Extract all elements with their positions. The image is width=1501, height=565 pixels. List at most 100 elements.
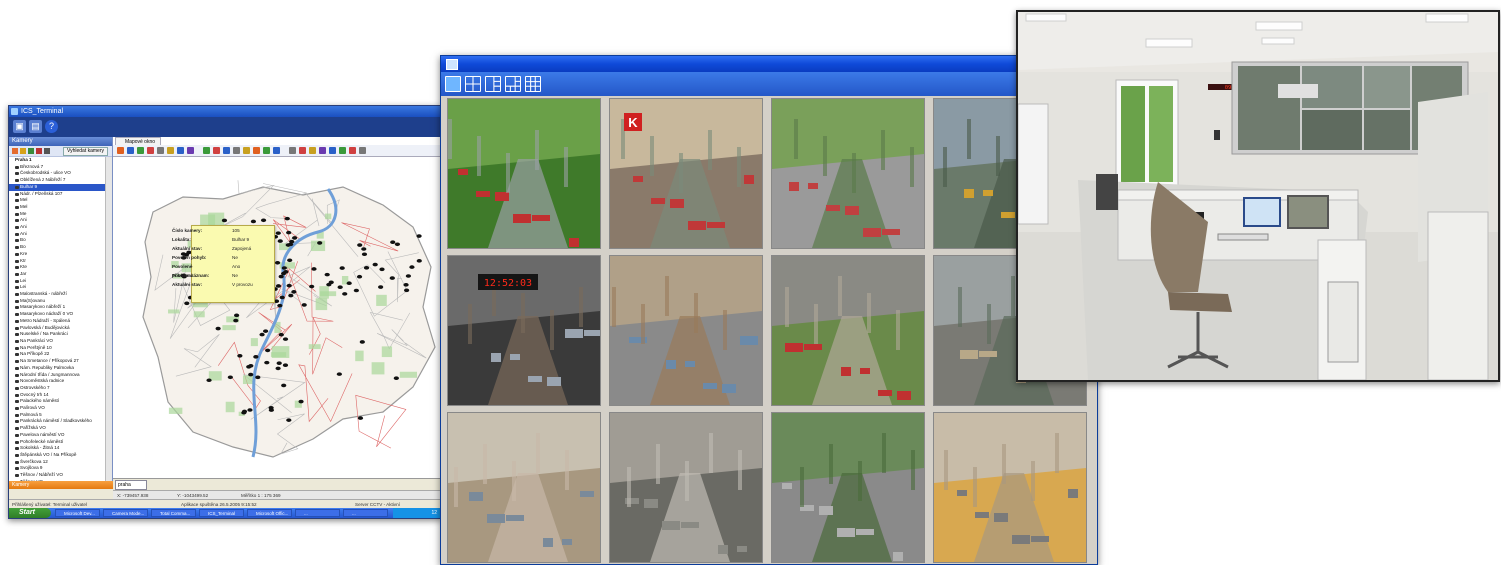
tree-item[interactable]: Me: [9, 211, 105, 218]
camera-marker[interactable]: [339, 266, 345, 270]
camera-marker[interactable]: [233, 318, 239, 323]
layout-1x1-button[interactable]: [445, 76, 461, 92]
layout-2x2-button[interactable]: [465, 76, 481, 92]
tree-item[interactable]: Ktr: [9, 258, 105, 265]
camera-marker[interactable]: [372, 262, 378, 267]
tree-item[interactable]: Pankrácká náměstí / Sladkovského: [9, 418, 105, 425]
tree-item[interactable]: Ostrovského 7: [9, 385, 105, 392]
camera-marker[interactable]: [390, 240, 396, 244]
camera-marker[interactable]: [215, 326, 221, 331]
map-tool-icon[interactable]: [243, 147, 250, 154]
tree-item[interactable]: Mel: [9, 197, 105, 204]
camera-marker[interactable]: [264, 360, 270, 365]
camera-marker[interactable]: [403, 283, 409, 287]
camera-marker[interactable]: [241, 409, 248, 414]
camera-tree[interactable]: Praha 1 Březnová 7 Českobrodská - ulice VO…: [9, 157, 105, 487]
map-tool-icon[interactable]: [263, 147, 270, 154]
map-tool-icon[interactable]: [203, 147, 210, 154]
camera-feed-market-stalls[interactable]: [447, 98, 601, 249]
map-tool-icon[interactable]: [329, 147, 336, 154]
tree-item[interactable]: Českobrodská - ulice VO: [9, 170, 105, 177]
tree-item[interactable]: Lei: [9, 284, 105, 291]
tree-item[interactable]: Ma(S)ovanu: [9, 298, 105, 305]
camera-marker[interactable]: [286, 230, 292, 235]
camera-marker[interactable]: [250, 219, 257, 224]
tree-item[interactable]: Novoměstská radnice: [9, 378, 105, 385]
camera-feed-street-trees-cars[interactable]: [771, 412, 925, 563]
camera-feed-square-kiosk[interactable]: K: [609, 98, 763, 249]
camera-marker[interactable]: [287, 258, 293, 263]
tree-item[interactable]: Nuselské / Na Pankráci: [9, 331, 105, 338]
map-tool-icon[interactable]: [289, 147, 296, 154]
tree-item[interactable]: Bo: [9, 244, 105, 251]
camera-marker[interactable]: [356, 274, 363, 279]
camera-marker[interactable]: [346, 281, 352, 286]
camera-marker[interactable]: [282, 363, 289, 367]
camera-marker[interactable]: [288, 293, 294, 298]
tree-root[interactable]: Praha 1: [9, 157, 105, 164]
camera-marker[interactable]: [275, 284, 282, 288]
open-icon[interactable]: ▤: [29, 120, 42, 133]
map-tool-icon[interactable]: [223, 147, 230, 154]
camera-marker[interactable]: [248, 372, 254, 377]
map-tool-icon[interactable]: [117, 147, 124, 154]
taskbar-item[interactable]: Total Comma...: [151, 509, 196, 517]
camera-marker[interactable]: [286, 283, 292, 288]
camera-marker[interactable]: [278, 332, 284, 337]
tree-item[interactable]: Na Příkopě 22: [9, 351, 105, 358]
camera-marker[interactable]: [292, 236, 298, 240]
tree-item[interactable]: Lei: [9, 278, 105, 285]
tool-camera-icon[interactable]: [44, 148, 50, 154]
camera-marker[interactable]: [227, 375, 233, 380]
tree-item[interactable]: Mel: [9, 204, 105, 211]
find-cameras-button[interactable]: Vyhledat kamery: [62, 147, 108, 156]
camera-marker[interactable]: [237, 354, 243, 358]
camera-marker[interactable]: [301, 303, 307, 307]
tree-item[interactable]: Obklížená z Nábřeží 7: [9, 177, 105, 184]
camera-marker[interactable]: [363, 266, 370, 270]
camera-marker[interactable]: [260, 218, 267, 223]
tree-item[interactable]: Na Perštýně 10: [9, 345, 105, 352]
camera-marker[interactable]: [277, 239, 283, 243]
camera-marker[interactable]: [247, 408, 253, 412]
tree-scrollbar[interactable]: [105, 157, 112, 487]
map-tool-icon[interactable]: [177, 147, 184, 154]
tree-item[interactable]: Na Pankráci VO: [9, 338, 105, 345]
system-tray[interactable]: 12: [393, 508, 441, 518]
camera-marker[interactable]: [259, 332, 265, 337]
camera-marker[interactable]: [309, 284, 315, 289]
camera-marker[interactable]: [357, 243, 363, 247]
camera-marker[interactable]: [281, 266, 287, 270]
tree-item[interactable]: Ovocný trh 14: [9, 392, 105, 399]
camera-feed-arcade-pedestrians[interactable]: [933, 412, 1087, 563]
tree-item[interactable]: Národní třída / Jungmannova: [9, 372, 105, 379]
tree-item[interactable]: Metro Nádraží - Spálená: [9, 318, 105, 325]
camera-marker[interactable]: [275, 366, 281, 371]
camera-marker[interactable]: [284, 216, 290, 221]
map-tool-icon[interactable]: [349, 147, 356, 154]
tree-item[interactable]: Malostranská - nábřeží: [9, 291, 105, 298]
tree-item[interactable]: Palmová 5: [9, 412, 105, 419]
camera-marker[interactable]: [289, 239, 295, 244]
layout-3x3-button[interactable]: [525, 76, 541, 92]
map-tool-icon[interactable]: [137, 147, 144, 154]
tree-item[interactable]: Nám. Republiky Palmovka: [9, 365, 105, 372]
layout-1plus5-button[interactable]: [505, 76, 521, 92]
camera-marker[interactable]: [379, 267, 385, 272]
tree-item[interactable]: Jar: [9, 271, 105, 278]
camera-marker[interactable]: [359, 340, 365, 344]
taskbar-item[interactable]: Microsoft Offic...: [247, 509, 292, 517]
save-icon[interactable]: ▣: [13, 120, 26, 133]
tree-item[interactable]: Bulhar 9: [9, 183, 105, 191]
tree-item[interactable]: Pařížská VO: [9, 425, 105, 432]
camera-marker[interactable]: [283, 270, 289, 274]
map-tool-icon[interactable]: [253, 147, 260, 154]
map-tool-icon[interactable]: [273, 147, 280, 154]
camera-marker[interactable]: [337, 285, 343, 290]
tree-item[interactable]: Ani: [9, 224, 105, 231]
tool-add-icon[interactable]: [12, 148, 18, 154]
camera-marker[interactable]: [298, 399, 304, 404]
camera-marker[interactable]: [409, 265, 415, 269]
camera-marker[interactable]: [291, 290, 297, 294]
tree-item[interactable]: Masarykovo nádraží 0 VO: [9, 311, 105, 318]
